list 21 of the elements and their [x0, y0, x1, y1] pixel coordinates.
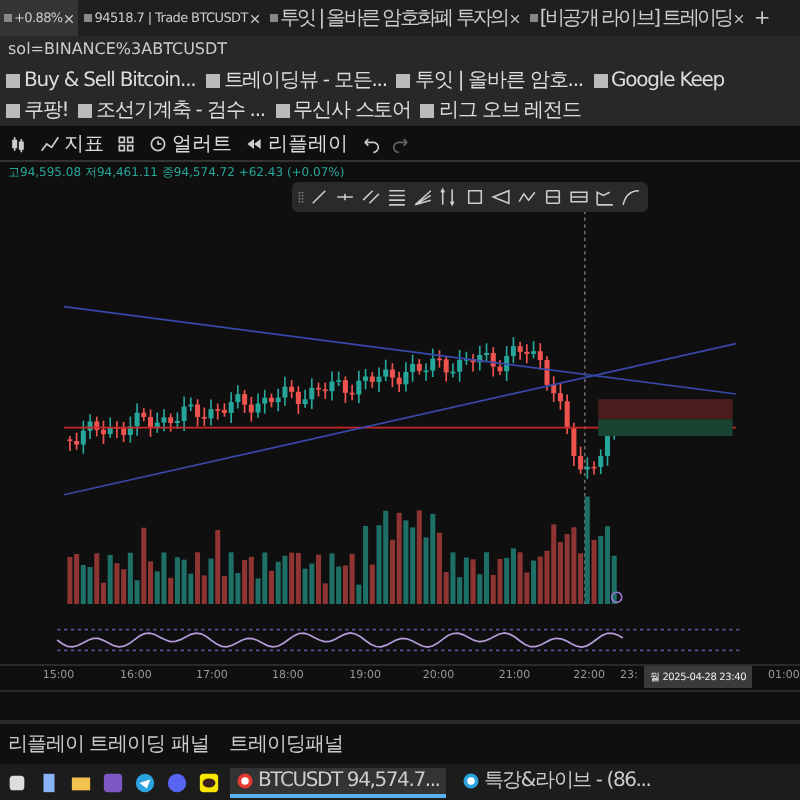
tab-title: [비공개 라이브] 트레이딩: [539, 6, 732, 32]
bookmark[interactable]: 무신사 스토어: [275, 96, 411, 124]
panel-tab[interactable]: 리플레이 트레이딩 패널: [8, 730, 209, 758]
bookmark[interactable]: 리그 오브 레전드: [420, 96, 581, 124]
taskbar-window[interactable]: BTCUSDT 94,574.7...: [230, 767, 446, 797]
indicators-button[interactable]: 지표: [40, 129, 104, 157]
replay-button[interactable]: 리플레이: [244, 129, 348, 157]
taskbar-window[interactable]: 특강&라이브 - (86...: [455, 767, 657, 797]
bookmark[interactable]: Google Keep: [593, 66, 725, 94]
address-bar[interactable]: sol=BINANCE%3ABTCUSDT: [0, 36, 800, 64]
bookmark[interactable]: 트레이딩뷰 - 모든...: [205, 66, 387, 94]
new-tab-button[interactable]: +: [749, 7, 775, 29]
bookmark[interactable]: 투잇 | 올바른 암호...: [396, 66, 583, 94]
window-title: BTCUSDT 94,574.7...: [258, 769, 440, 791]
alert-button[interactable]: 얼러트: [148, 129, 232, 157]
bookmark[interactable]: 쿠팡!: [6, 96, 69, 124]
tab-title: 투잇 | 올바른 암호화폐 투자의: [279, 6, 508, 32]
bookmark[interactable]: 조선기계축 - 검수 ...: [78, 96, 265, 124]
panel-tab[interactable]: 트레이딩패널: [228, 730, 343, 758]
window-title: 특강&라이브 - (86...: [483, 768, 651, 794]
bookmark[interactable]: Buy & Sell Bitcoin...: [6, 66, 196, 94]
